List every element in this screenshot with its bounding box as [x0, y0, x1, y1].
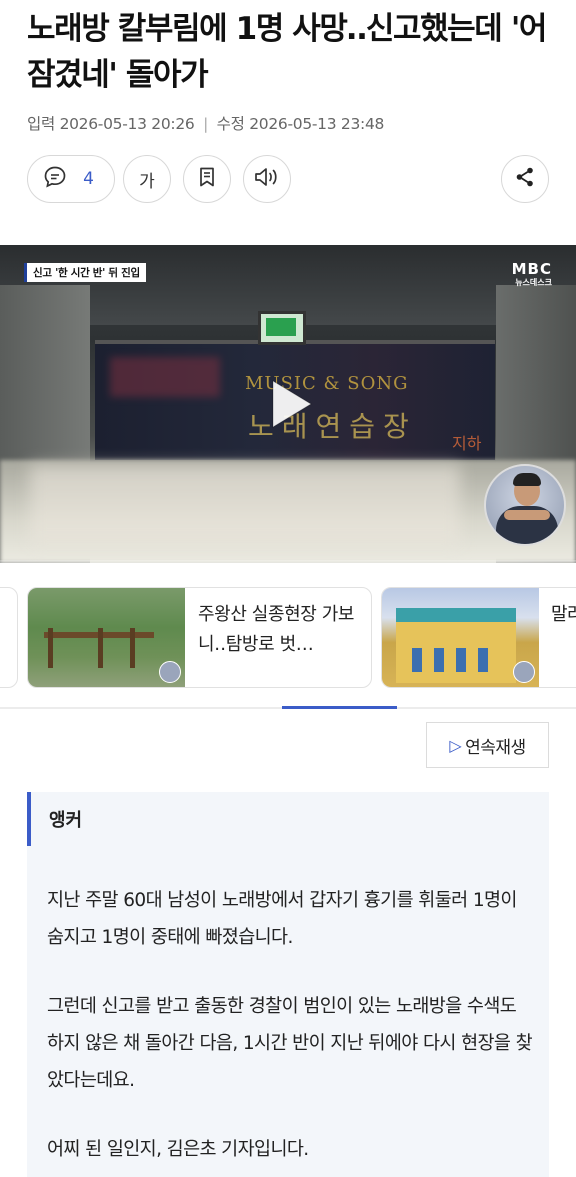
- article-paragraph: 어찌 된 일인지, 김은초 기자입니다.: [47, 1139, 309, 1160]
- anchor-label: 앵커: [49, 810, 83, 831]
- play-icon: [272, 380, 312, 428]
- autoplay-label: 연속재생: [465, 737, 526, 758]
- related-card[interactable]: 말려 데: [381, 587, 576, 688]
- broadcaster-logo: MBC 뉴스데스크: [512, 261, 552, 288]
- exit-sign-figure: [266, 318, 296, 336]
- speaker-icon: [253, 165, 281, 193]
- video-scene-blur: [110, 357, 220, 397]
- article-title: 노래방 칼부림에 1명 사망‥신고했는데 '어 잠겼네' 돌아가: [27, 11, 547, 93]
- modified-date: 2026-05-13 23:48: [249, 115, 385, 133]
- comment-button[interactable]: 4: [27, 155, 115, 203]
- share-icon: [513, 165, 537, 193]
- share-button[interactable]: [501, 155, 549, 203]
- related-card[interactable]: 주왕산 실종현장 가보니‥탐방로 벗…: [27, 587, 372, 688]
- video-scene-blur: [30, 465, 460, 545]
- play-button[interactable]: [257, 373, 319, 435]
- related-videos: - 주왕산 실종현장 가보니‥탐방로 벗… 말려 데: [0, 587, 576, 688]
- related-card-title: -: [0, 600, 17, 630]
- video-player[interactable]: MUSIC & SONG 노래연습장 지하 신고 '한 시간 반' 뒤 진입 M…: [0, 245, 576, 563]
- anchor-accent-bar: [27, 792, 31, 846]
- meta-separator: |: [203, 115, 209, 133]
- carousel-indicator: [282, 706, 397, 709]
- play-outline-icon: ▷: [449, 735, 462, 755]
- published-label: 입력: [27, 115, 55, 133]
- related-thumbnail: [28, 588, 185, 687]
- video-caption: 신고 '한 시간 반' 뒤 진입: [24, 263, 146, 282]
- logo-bottom: 뉴스데스크: [515, 278, 552, 287]
- video-progress-track[interactable]: [0, 560, 576, 563]
- font-size-button[interactable]: 가: [123, 155, 171, 203]
- related-card-title: 주왕산 실종현장 가보니‥탐방로 벗…: [198, 604, 355, 655]
- sign-language-interpreter: [484, 464, 566, 546]
- article-meta: 입력 2026-05-13 20:26 | 수정 2026-05-13 23:4…: [27, 112, 384, 134]
- logo-top: MBC: [511, 260, 552, 278]
- published-date: 2026-05-13 20:26: [59, 115, 195, 133]
- read-aloud-button[interactable]: [243, 155, 291, 203]
- article-paragraph: 지난 주말 60대 남성이 노래방에서 갑자기 흉기를 휘둘러 1명이 숨지고 …: [47, 890, 517, 948]
- comment-icon: [42, 164, 68, 194]
- article-body: 앵커 지난 주말 60대 남성이 노래방에서 갑자기 흉기를 휘둘러 1명이 숨…: [27, 792, 549, 1177]
- modified-label: 수정: [216, 115, 245, 133]
- comment-count: 4: [83, 169, 94, 189]
- related-thumbnail: [382, 588, 539, 687]
- related-card[interactable]: -: [0, 587, 18, 688]
- article-paragraph: 그런데 신고를 받고 출동한 경찰이 범인이 있는 노래방을 수색도 하지 않은…: [47, 996, 533, 1091]
- bookmark-button[interactable]: [183, 155, 231, 203]
- autoplay-button[interactable]: ▷ 연속재생: [426, 722, 549, 768]
- related-card-title: 말려 데: [551, 604, 576, 625]
- video-scene-sign-sub: 지하: [452, 434, 482, 453]
- bookmark-icon: [195, 165, 219, 193]
